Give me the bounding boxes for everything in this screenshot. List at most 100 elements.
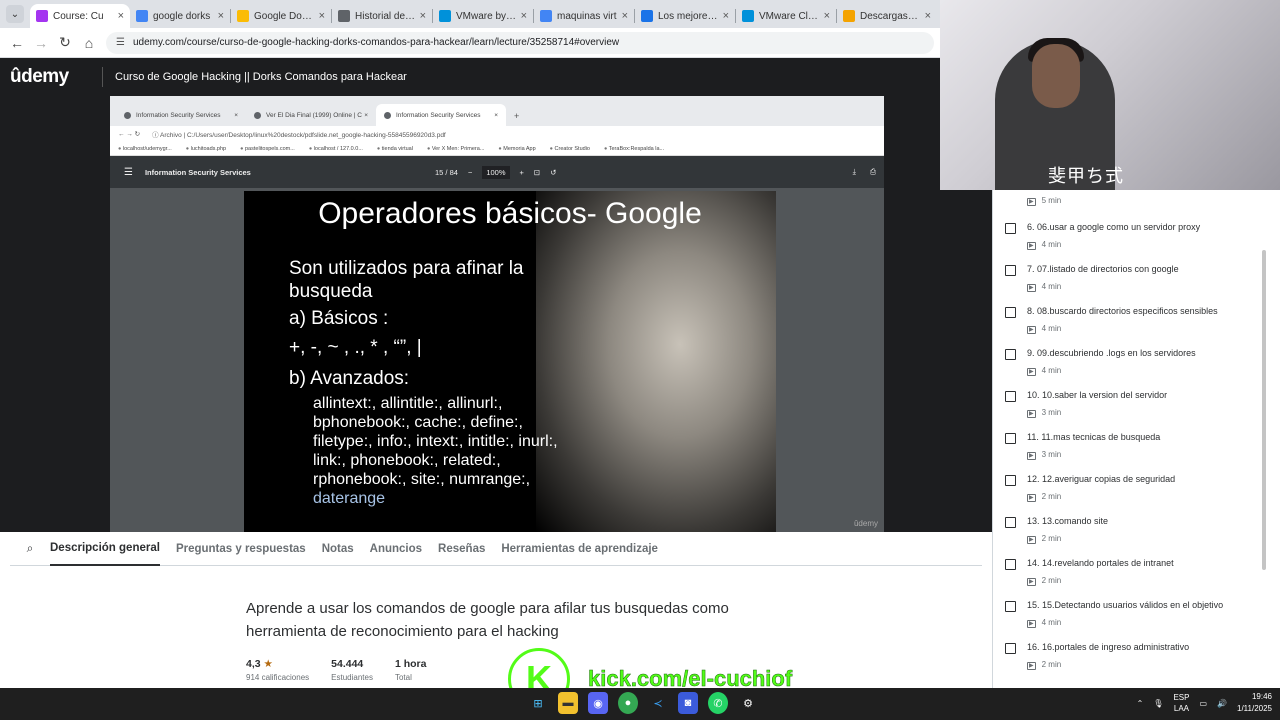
browser-tab[interactable]: Historial de de × — [332, 4, 432, 28]
udemy-logo[interactable]: ûdemy — [10, 66, 90, 88]
lecture-checkbox[interactable] — [1005, 391, 1016, 402]
lecture-checkbox[interactable] — [1005, 265, 1016, 276]
file-explorer-icon[interactable]: ▬ — [558, 692, 578, 714]
vscode-icon[interactable]: ≺ — [648, 692, 668, 714]
tab-overview[interactable]: Descripción general — [50, 532, 160, 566]
lecture-item[interactable]: 13. 13.comando site 2 min — [993, 506, 1280, 548]
lecture-name: 12. 12.averiguar copias de seguridad — [1027, 474, 1176, 484]
search-icon[interactable]: ⌕ — [10, 541, 50, 556]
lecture-item[interactable]: 10. 10.saber la version del servidor 3 mi… — [993, 380, 1280, 422]
tab-notes[interactable]: Notas — [322, 532, 354, 566]
start-icon[interactable]: ⊞ — [528, 692, 548, 714]
browser-tab[interactable]: Los mejores p × — [635, 4, 735, 28]
bookmark-item: localhost / 127.0.0... — [309, 146, 363, 152]
forward-icon[interactable]: → — [30, 32, 52, 54]
menu-icon: ☰ — [124, 166, 133, 178]
app-icon[interactable]: ◙ — [678, 692, 698, 714]
lecture-item[interactable]: 11. 11.mas tecnicas de busqueda 3 min — [993, 422, 1280, 464]
lecture-item[interactable]: 16. 16.portales de ingreso administrativ… — [993, 632, 1280, 674]
inner-address-bar: ← → ↻ ⓘ Archivo | C:/Users/user/Desktop/… — [110, 126, 884, 142]
inner-tab: Information Security Services × — [116, 104, 246, 126]
settings-icon[interactable]: ⚙ — [738, 692, 758, 714]
close-icon[interactable]: × — [521, 10, 527, 22]
chevron-up-icon[interactable]: ⌃ — [1137, 699, 1144, 708]
chrome-icon[interactable]: ● — [618, 692, 638, 714]
whatsapp-icon[interactable]: ✆ — [708, 692, 728, 714]
bookmark-item: luchitoads.php — [186, 146, 226, 152]
browser-tab[interactable]: Descargas – O × — [837, 4, 937, 28]
lecture-name: 13. 13.comando site — [1027, 516, 1109, 526]
clock[interactable]: 19:46 1/11/2025 — [1237, 691, 1272, 715]
discord-icon[interactable]: ◉ — [588, 692, 608, 714]
site-info-icon[interactable]: ☰ — [116, 37, 125, 48]
close-icon[interactable]: × — [723, 10, 729, 22]
close-icon[interactable]: × — [118, 10, 124, 22]
browser-tab[interactable]: VMware by Bro × — [433, 4, 533, 28]
print-icon: ⎙ — [870, 167, 876, 176]
close-icon[interactable]: × — [622, 10, 628, 22]
tab-title: VMware by Bro — [456, 10, 517, 22]
lecture-duration: 5 min — [1027, 196, 1062, 205]
course-title[interactable]: Curso de Google Hacking || Dorks Comando… — [115, 71, 407, 83]
close-icon[interactable]: × — [319, 10, 325, 22]
tab-qa[interactable]: Preguntas y respuestas — [176, 532, 306, 566]
inner-bookmarks-bar: localhost/udemygr... luchitoads.php pastel… — [110, 142, 884, 156]
bookmark-item: Memoria App — [498, 146, 535, 152]
lecture-item[interactable]: 14. 14.revelando portales de intranet 2 m… — [993, 548, 1280, 590]
video-player[interactable]: Information Security Services × Ver El Di… — [0, 96, 992, 532]
volume-icon[interactable]: 🔊 — [1217, 699, 1227, 708]
lecture-item[interactable]: 9. 09.descubriendo .logs en los servidor… — [993, 338, 1280, 380]
inner-tab: Ver El Dia Final (1999) Online | C × — [246, 104, 376, 126]
lecture-item[interactable]: 5 min — [993, 190, 1280, 212]
lecture-item[interactable]: 15. 15.Detectando usuarios válidos en el… — [993, 590, 1280, 632]
tab-reviews[interactable]: Reseñas — [438, 532, 485, 566]
back-icon[interactable]: ← — [6, 32, 28, 54]
lecture-checkbox[interactable] — [1005, 517, 1016, 528]
tab-favicon-icon — [384, 111, 391, 119]
lecture-checkbox[interactable] — [1005, 475, 1016, 486]
network-icon[interactable]: ▭ — [1199, 699, 1207, 708]
close-icon[interactable]: × — [925, 10, 931, 22]
close-icon[interactable]: × — [824, 10, 830, 22]
inner-tab-active: Information Security Services × — [376, 104, 506, 126]
mic-icon[interactable]: 🎙 — [1153, 699, 1163, 708]
sidebar-scrollbar[interactable] — [1262, 250, 1266, 570]
lecture-checkbox[interactable] — [1005, 601, 1016, 612]
browser-tab[interactable]: maquinas virt × — [534, 4, 634, 28]
address-bar[interactable]: ☰ udemy.com/course/curso-de-google-hacki… — [106, 31, 934, 54]
tab-favicon-icon — [237, 10, 249, 22]
lecture-checkbox[interactable] — [1005, 433, 1016, 444]
browser-tab[interactable]: VMware Cloud × — [736, 4, 836, 28]
inner-tab-bar: Information Security Services × Ver El Di… — [110, 96, 884, 126]
tab-announcements[interactable]: Anuncios — [370, 532, 422, 566]
close-icon[interactable]: × — [420, 10, 426, 22]
lecture-checkbox[interactable] — [1005, 559, 1016, 570]
home-icon[interactable]: ⌂ — [78, 32, 100, 54]
webcam-head — [1032, 44, 1080, 108]
lecture-item[interactable]: 6. 06.usar a google como un servidor pro… — [993, 212, 1280, 254]
reload-icon[interactable]: ↻ — [54, 32, 76, 54]
lecture-item[interactable]: 12. 12.averiguar copias de seguridad 2 mi… — [993, 464, 1280, 506]
lecture-name: 10. 10.saber la version del servidor — [1027, 390, 1168, 400]
tab-search-button[interactable]: ⌄ — [6, 5, 24, 23]
lecture-name: 16. 16.portales de ingreso administrativ… — [1027, 642, 1190, 652]
tab-title: VMware Cloud — [759, 10, 820, 22]
browser-tab[interactable]: Google Dorks × — [231, 4, 331, 28]
lecture-item[interactable]: 8. 08.buscardo directorios especificos s… — [993, 296, 1280, 338]
tab-learning-tools[interactable]: Herramientas de aprendizaje — [501, 532, 658, 566]
lecture-checkbox[interactable] — [1005, 223, 1016, 234]
rating-stat: 4,3 ★ 914 calificaciones — [246, 658, 310, 682]
close-icon[interactable]: × — [218, 10, 224, 22]
language-indicator[interactable]: ESP LAA — [1173, 692, 1189, 714]
pdf-body: Operadores básicos- Google Son utilizado… — [110, 188, 884, 532]
tab-favicon-icon — [439, 10, 451, 22]
lecture-item[interactable]: 7. 07.listado de directorios con google 4… — [993, 254, 1280, 296]
lecture-name: 6. 06.usar a google como un servidor pro… — [1027, 222, 1201, 232]
lecture-checkbox[interactable] — [1005, 643, 1016, 654]
slide-title: Operadores básicos- Google — [318, 197, 702, 230]
lecture-checkbox[interactable] — [1005, 307, 1016, 318]
lecture-checkbox[interactable] — [1005, 349, 1016, 360]
browser-tab[interactable]: Course: Cu × — [30, 4, 130, 28]
lecture-duration: 2 min — [1027, 660, 1062, 669]
browser-tab[interactable]: google dorks × — [130, 4, 230, 28]
